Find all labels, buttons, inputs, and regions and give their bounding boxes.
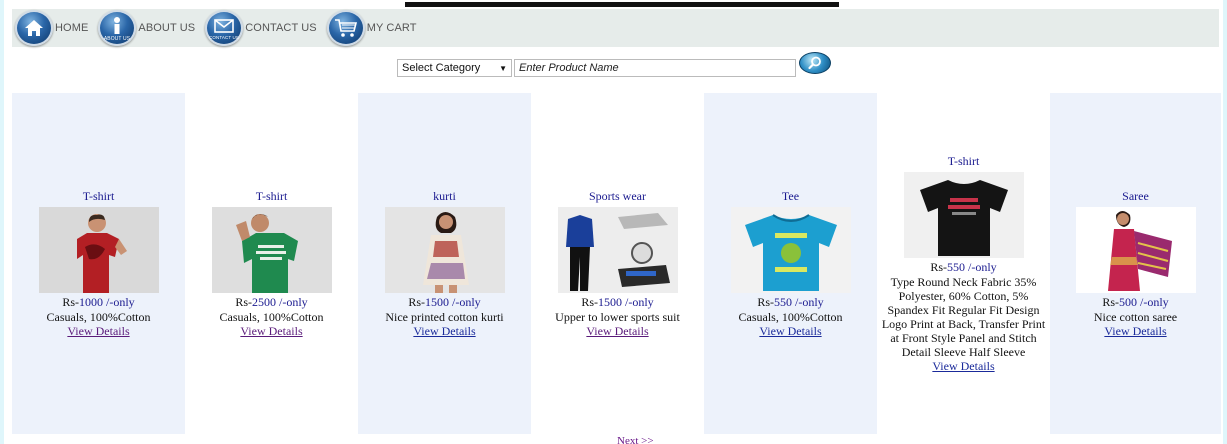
product-card: Sports wear Rs-1500 /-only Upper to lowe… [531,93,704,434]
product-description: Casuals, 100%Cotton [219,309,324,324]
sportswear-photo[interactable] [557,206,678,293]
nav-home-label: HOME [55,22,89,34]
product-title[interactable]: Saree [1122,189,1149,204]
view-details-link[interactable]: View Details [240,324,302,339]
saree-photo[interactable] [1075,206,1196,293]
product-description: Casuals, 100%Cotton [46,309,151,324]
view-details-link[interactable]: View Details [413,324,475,339]
view-details-link[interactable]: View Details [1104,324,1166,339]
nav-about[interactable]: About us ABOUT US [98,10,205,46]
nav-about-label: ABOUT US [138,22,196,34]
view-details-link[interactable]: View Details [759,324,821,339]
blue-tee-photo[interactable] [730,206,851,293]
price-prefix: Rs- [235,294,252,309]
product-price: Rs-2500 /-only [235,295,307,310]
chevron-down-icon: ▼ [499,63,507,73]
kurti-photo[interactable] [384,206,505,293]
price-amount: 1500 [598,294,622,309]
price-amount: 500 [1119,294,1137,309]
product-price: Rs-1500 /-only [408,295,480,310]
home-icon [15,10,53,46]
product-price: Rs-500 /-only [1102,295,1168,310]
category-select-value: Select Category [402,62,481,74]
nav-home[interactable]: HOME [15,10,98,46]
green-tshirt-photo[interactable] [211,206,332,293]
product-description: Upper to lower sports suit [555,309,680,324]
product-price: Rs-550 /-only [757,295,823,310]
product-card: T-shirt Rs-550 /-only Type Round Neck Fa… [877,93,1050,434]
price-prefix: Rs- [581,294,598,309]
price-amount: 550 [947,259,965,274]
search-bar: Select Category ▼ [397,52,831,79]
black-tshirt-photo[interactable] [903,171,1024,258]
product-price: Rs-1000 /-only [62,295,134,310]
price-prefix: Rs- [62,294,79,309]
price-suffix: /-only [792,294,824,309]
red-tshirt-photo[interactable] [38,206,159,293]
view-details-link[interactable]: View Details [67,324,129,339]
product-card: T-shirt Rs-1000 /-only Casuals, 100%Cott… [12,93,185,434]
price-amount: 550 [774,294,792,309]
price-amount: 2500 [252,294,276,309]
product-description: Type Round Neck Fabric 35% Polyester, 60… [881,274,1046,359]
next-page-link[interactable]: Next >> [617,435,654,444]
price-suffix: /-only [1137,294,1169,309]
price-prefix: Rs- [408,294,425,309]
info-icon: About us [98,10,137,46]
price-suffix: /-only [449,294,481,309]
product-grid: T-shirt Rs-1000 /-only Casuals, 100%Cott… [12,93,1221,434]
price-suffix: /-only [103,294,135,309]
product-name-input[interactable] [514,59,796,77]
product-description: Casuals, 100%Cotton [738,309,843,324]
product-price: Rs-550 /-only [930,260,996,275]
price-suffix: /-only [276,294,308,309]
top-navigation: HOME About us ABOUT US Contact Us CONTAC… [12,9,1219,47]
search-button[interactable] [799,52,831,74]
price-amount: 1000 [79,294,103,309]
nav-cart[interactable]: MY CART [326,10,427,46]
product-description: Nice printed cotton kurti [385,309,504,324]
product-title[interactable]: T-shirt [83,189,115,204]
product-card: Saree Rs-500 /-only Nice cotton saree Vi… [1050,93,1221,434]
view-details-link[interactable]: View Details [932,359,994,374]
product-title[interactable]: T-shirt [256,189,288,204]
search-icon [808,56,821,70]
nav-contact-label: CONTACT US [245,22,317,34]
price-suffix: /-only [965,259,997,274]
contact-badge-text: Contact Us [209,35,239,40]
about-badge-text: About us [104,36,131,42]
product-title[interactable]: Tee [782,189,799,204]
nav-cart-label: MY CART [366,22,417,34]
cart-icon [326,10,365,46]
category-select[interactable]: Select Category ▼ [397,59,512,77]
price-prefix: Rs- [757,294,774,309]
top-strip [405,2,839,7]
price-suffix: /-only [622,294,654,309]
price-prefix: Rs- [930,259,947,274]
price-amount: 1500 [425,294,449,309]
product-price: Rs-1500 /-only [581,295,653,310]
nav-contact[interactable]: Contact Us CONTACT US [205,10,327,46]
product-title[interactable]: Sports wear [589,189,646,204]
product-title[interactable]: T-shirt [948,154,980,169]
product-card: kurti Rs-1500 /-only Nice printed cotton… [358,93,531,434]
price-prefix: Rs- [1102,294,1119,309]
product-description: Nice cotton saree [1093,309,1178,324]
product-card: T-shirt Rs-2500 /-only Casuals, 100%Cott… [185,93,358,434]
envelope-icon: Contact Us [205,10,244,46]
product-card: Tee Rs-550 /-only Casuals, 100%Cotton Vi… [704,93,877,434]
product-title[interactable]: kurti [433,189,456,204]
view-details-link[interactable]: View Details [586,324,648,339]
